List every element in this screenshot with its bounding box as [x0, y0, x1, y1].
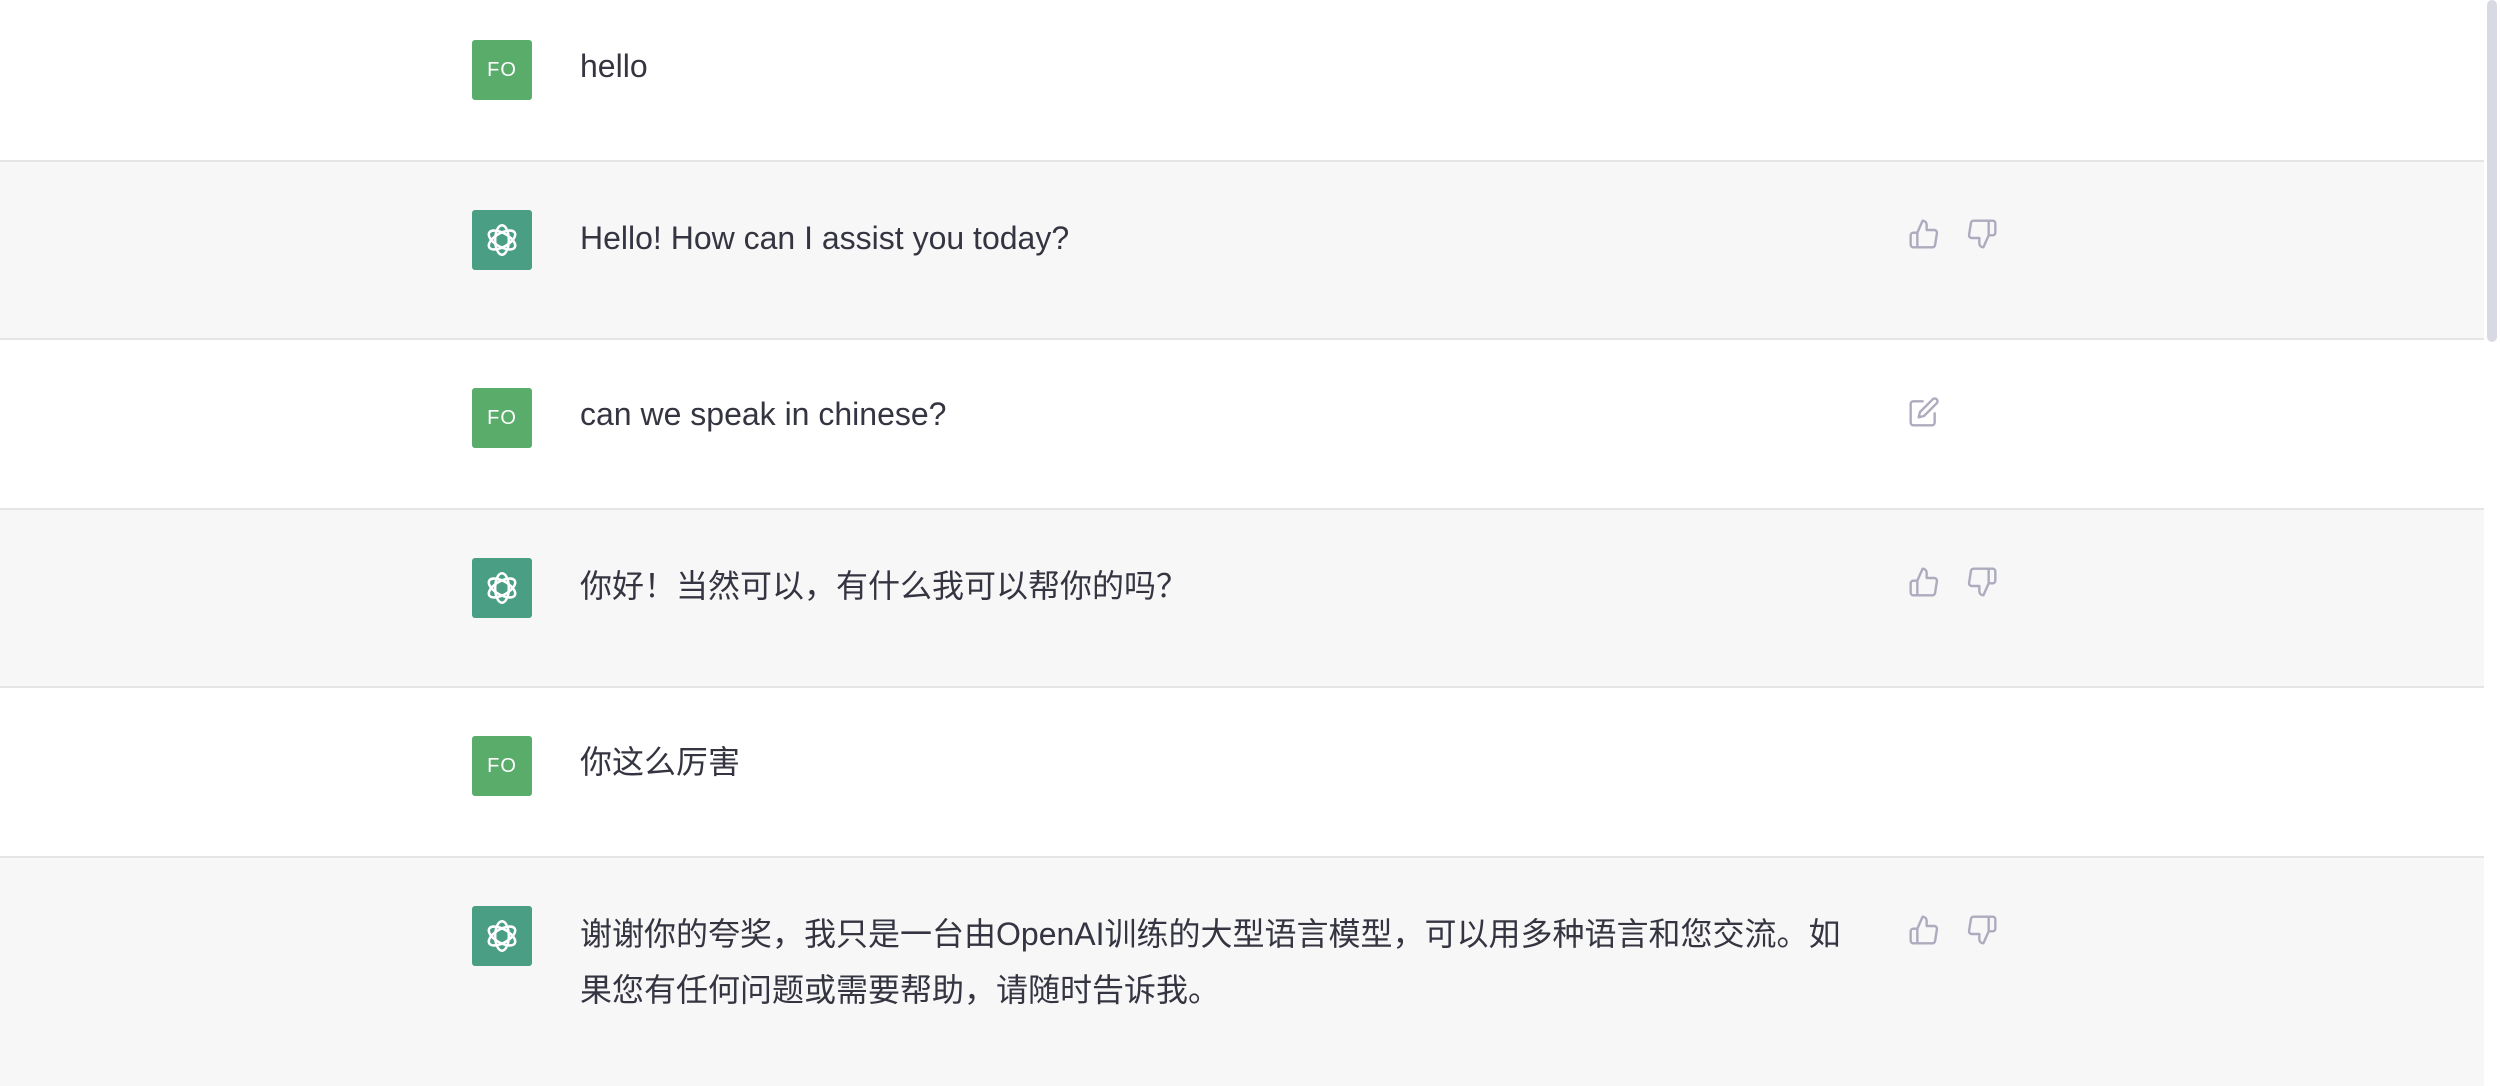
chat-thread: FO hello Hello! How can I assist you tod…: [0, 0, 2484, 1086]
message-text: can we speak in chinese?: [580, 396, 947, 432]
scrollbar[interactable]: [2484, 0, 2500, 1086]
message-text: Hello! How can I assist you today?: [580, 220, 1070, 256]
message-actions: [1906, 394, 1942, 430]
assistant-message: Hello! How can I assist you today?: [0, 162, 2484, 340]
user-message: FO can we speak in chinese?: [0, 340, 2484, 510]
assistant-message: 谢谢你的夸奖，我只是一台由OpenAI训练的大型语言模型，可以用多种语言和您交流…: [0, 858, 2484, 1086]
thumbs-up-button[interactable]: [1906, 216, 1942, 252]
thumbs-up-button[interactable]: [1906, 564, 1942, 600]
user-message: FO 你这么厉害: [0, 688, 2484, 858]
thumbs-up-button[interactable]: [1906, 912, 1942, 948]
scrollbar-thumb[interactable]: [2487, 0, 2497, 342]
edit-message-button[interactable]: [1906, 394, 1942, 430]
message-text: 你好！当然可以，有什么我可以帮你的吗？: [580, 568, 1189, 604]
user-avatar-initials: FO: [487, 406, 517, 429]
message-text: 谢谢你的夸奖，我只是一台由OpenAI训练的大型语言模型，可以用多种语言和您交流…: [580, 916, 1841, 1008]
message-text: 你这么厉害: [580, 744, 741, 780]
message-actions: [1906, 564, 2000, 600]
thumbs-up-icon: [1909, 915, 1939, 945]
openai-logo-icon: [487, 572, 517, 604]
openai-logo-icon: [487, 920, 517, 952]
message-actions: [1906, 216, 2000, 252]
user-avatar: FO: [472, 388, 532, 448]
thumbs-down-icon: [1967, 567, 1997, 597]
assistant-avatar: [472, 558, 532, 618]
thumbs-down-icon: [1967, 219, 1997, 249]
user-avatar: FO: [472, 736, 532, 796]
thumbs-down-icon: [1967, 915, 1997, 945]
thumbs-up-icon: [1909, 219, 1939, 249]
openai-logo-icon: [487, 224, 517, 256]
assistant-avatar: [472, 906, 532, 966]
assistant-message: 你好！当然可以，有什么我可以帮你的吗？: [0, 510, 2484, 688]
assistant-avatar: [472, 210, 532, 270]
user-avatar: FO: [472, 40, 532, 100]
user-message: FO hello: [0, 0, 2484, 162]
thumbs-down-button[interactable]: [1964, 564, 2000, 600]
message-actions: [1906, 912, 2000, 948]
user-avatar-initials: FO: [487, 754, 517, 777]
edit-icon: [1909, 397, 1939, 427]
message-text: hello: [580, 48, 648, 84]
thumbs-up-icon: [1909, 567, 1939, 597]
thumbs-down-button[interactable]: [1964, 912, 2000, 948]
thumbs-down-button[interactable]: [1964, 216, 2000, 252]
user-avatar-initials: FO: [487, 58, 517, 81]
